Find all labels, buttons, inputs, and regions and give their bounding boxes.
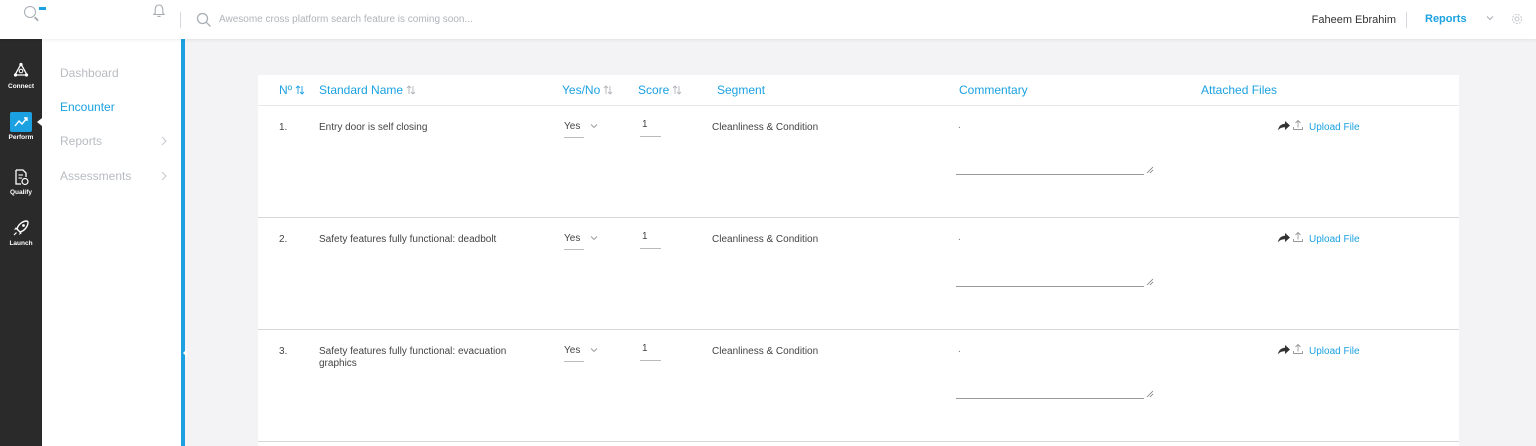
commentary-underline (956, 286, 1144, 287)
table-row: 2. Safety features fully functional: dea… (258, 218, 1459, 330)
logo-accent-bar (39, 7, 46, 10)
nav-label: Launch (9, 240, 33, 247)
column-header-standard-name[interactable]: Standard Name (319, 83, 416, 97)
commentary-textarea[interactable]: . (958, 232, 961, 243)
column-header-num[interactable]: Nº (279, 83, 305, 97)
topbar-divider-right (1406, 12, 1407, 28)
subnav-item-dashboard[interactable]: Dashboard (60, 66, 119, 80)
nav-item-qualify[interactable]: Qualify (0, 167, 42, 211)
search-input[interactable] (219, 11, 639, 28)
upload-icon[interactable] (1292, 343, 1304, 355)
module-switcher[interactable]: Reports (1425, 13, 1467, 25)
column-header-segment: Segment (717, 83, 766, 97)
share-arrow-icon[interactable] (1277, 344, 1291, 355)
standards-table: Nº Standard Name Yes/No Score Segment Co… (258, 75, 1459, 446)
score-input[interactable]: 1 (642, 231, 648, 242)
nav-item-launch[interactable]: Launch (0, 218, 42, 262)
yes-no-select[interactable]: Yes (564, 121, 586, 132)
nav-label: Perform (8, 134, 34, 141)
subnav-item-assessments[interactable]: Assessments (60, 169, 131, 183)
nav-item-connect[interactable]: Connect (0, 61, 42, 105)
bell-icon[interactable] (151, 3, 167, 19)
column-header-commentary: Commentary (959, 83, 1028, 97)
sort-icon[interactable] (603, 85, 613, 95)
column-header-label: Score (638, 83, 670, 97)
chevron-right-icon[interactable] (160, 136, 168, 146)
sort-icon[interactable] (672, 85, 682, 95)
commentary-textarea[interactable]: . (958, 344, 961, 355)
chevron-down-icon[interactable] (590, 346, 598, 354)
upload-file-link[interactable]: Upload File (1309, 346, 1360, 357)
segment-text: Cleanliness & Condition (712, 122, 819, 133)
upload-file-link[interactable]: Upload File (1309, 122, 1360, 133)
standard-name: Safety features fully functional: evacua… (319, 346, 507, 369)
connect-icon (13, 62, 29, 77)
select-underline (564, 249, 584, 250)
score-underline (640, 248, 661, 249)
yes-no-select[interactable]: Yes (564, 345, 586, 356)
commentary-textarea[interactable]: . (958, 120, 961, 131)
nav-item-perform[interactable]: Perform (0, 112, 42, 156)
select-underline (564, 137, 584, 138)
column-header-label: Nº (279, 83, 293, 97)
subnav-item-encounter[interactable]: Encounter (60, 100, 115, 114)
gear-icon[interactable] (1510, 12, 1524, 26)
app-logo[interactable] (24, 6, 46, 22)
column-header-label: Standard Name (319, 83, 404, 97)
subnav-collapse-rail[interactable] (181, 39, 185, 446)
qualify-icon (15, 169, 29, 186)
share-arrow-icon[interactable] (1277, 232, 1291, 243)
search-icon[interactable] (196, 12, 212, 28)
share-arrow-icon[interactable] (1277, 120, 1291, 131)
logo-q-mark (24, 6, 36, 18)
top-bar: Faheem Ebrahim Reports (0, 0, 1536, 39)
row-number: 1. (279, 122, 288, 133)
nav-label: Connect (8, 83, 34, 90)
chevron-down-icon[interactable] (590, 234, 598, 242)
column-header-score[interactable]: Score (638, 83, 682, 97)
upload-file-link[interactable]: Upload File (1309, 234, 1360, 245)
select-underline (564, 361, 584, 362)
commentary-underline (956, 174, 1144, 175)
subnav-item-reports[interactable]: Reports (60, 134, 102, 148)
trend-icon (14, 117, 28, 127)
resize-handle-icon[interactable] (1146, 278, 1154, 286)
score-input[interactable]: 1 (642, 119, 648, 130)
column-header-attached-files: Attached Files (1201, 83, 1278, 97)
segment-text: Cleanliness & Condition (712, 346, 819, 357)
column-header-label: Yes/No (562, 83, 601, 97)
standard-name: Entry door is self closing (319, 122, 428, 133)
row-number: 2. (279, 234, 288, 245)
upload-icon[interactable] (1292, 119, 1304, 131)
nav-label: Qualify (9, 189, 33, 196)
score-input[interactable]: 1 (642, 343, 648, 354)
table-row: 1. Entry door is self closing Yes 1 Clea… (258, 106, 1459, 218)
sort-icon[interactable] (295, 85, 305, 95)
user-name[interactable]: Faheem Ebrahim (1312, 14, 1396, 26)
segment-text: Cleanliness & Condition (712, 234, 819, 245)
column-header-yes-no[interactable]: Yes/No (562, 83, 613, 97)
chevron-down-icon[interactable] (590, 122, 598, 130)
sort-icon[interactable] (406, 85, 416, 95)
chevron-right-icon[interactable] (160, 171, 168, 181)
chevron-down-icon[interactable] (1486, 14, 1494, 22)
resize-handle-icon[interactable] (1146, 166, 1154, 174)
upload-icon[interactable] (1292, 231, 1304, 243)
rail-notch (183, 349, 187, 357)
sub-nav: Dashboard Encounter Reports Assessments (42, 39, 181, 446)
resize-handle-icon[interactable] (1146, 390, 1154, 398)
main-nav: Connect Perform Qualify Launch (0, 39, 42, 446)
yes-no-select[interactable]: Yes (564, 233, 586, 244)
score-underline (640, 360, 661, 361)
score-underline (640, 136, 661, 137)
row-number: 3. (279, 346, 288, 357)
topbar-divider (180, 12, 181, 28)
commentary-underline (956, 398, 1144, 399)
standard-name: Safety features fully functional: deadbo… (319, 234, 497, 245)
rocket-icon (13, 220, 29, 236)
table-row: 3. Safety features fully functional: eva… (258, 330, 1459, 442)
